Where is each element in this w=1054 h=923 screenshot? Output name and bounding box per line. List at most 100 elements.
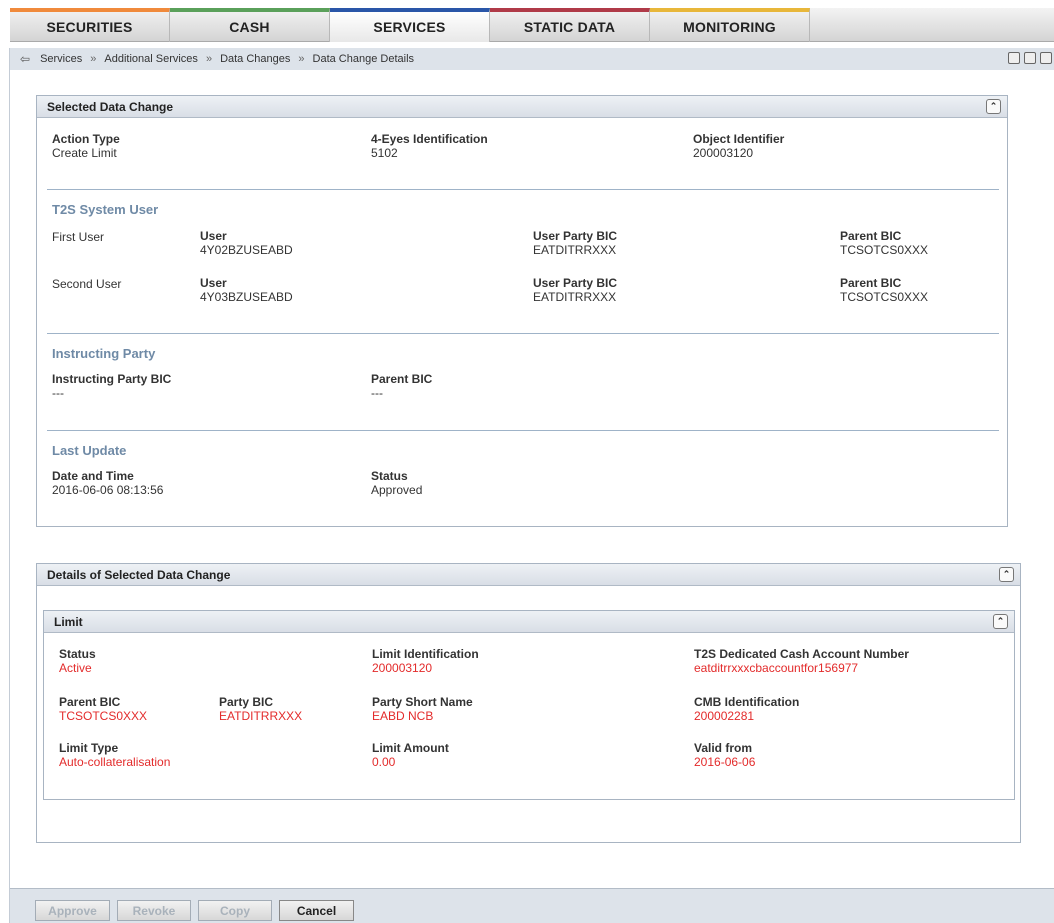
print-icon[interactable]: [1008, 52, 1020, 64]
save-icon[interactable]: [1024, 52, 1036, 64]
first-user-label: First User: [52, 230, 104, 244]
field-label: Parent BIC: [840, 229, 902, 243]
limit-panel: Limit ⌃ Status Active Limit Identificati…: [43, 610, 1015, 800]
field-value: EABD NCB: [372, 709, 434, 723]
field-label: User Party BIC: [533, 229, 618, 243]
breadcrumb-item-additional-services[interactable]: Additional Services: [104, 53, 198, 65]
collapse-icon[interactable]: ⌃: [993, 614, 1008, 629]
revoke-button[interactable]: Revoke: [117, 900, 191, 921]
panel-title: Limit: [54, 614, 83, 629]
selected-data-change-panel: Selected Data Change ⌃ Action Type Creat…: [36, 95, 1008, 527]
field-label: Action Type: [52, 132, 120, 146]
field-value: 2016-06-06 08:13:56: [52, 483, 164, 497]
field-value: Approved: [371, 483, 423, 497]
field-label: Party Short Name: [372, 695, 473, 709]
field-value: 200002281: [694, 709, 755, 723]
instructing-parent-bic-field: Parent BIC ---: [371, 372, 432, 400]
section-title-last-update: Last Update: [52, 443, 127, 458]
tab-securities[interactable]: SECURITIES: [10, 8, 170, 42]
second-user-parent-bic-field: Parent BIC TCSOTCS0XXX: [840, 276, 928, 304]
field-value: eatditrrxxxcbaccountfor156977: [694, 661, 859, 675]
main-navigation: SECURITIES CASH SERVICES STATIC DATA MON…: [10, 8, 1054, 42]
field-label: Instructing Party BIC: [52, 372, 172, 386]
field-value: TCSOTCS0XXX: [59, 709, 148, 723]
page-border: [9, 48, 10, 923]
first-user-parent-bic-field: Parent BIC TCSOTCS0XXX: [840, 229, 928, 257]
toolbar: [1008, 52, 1052, 64]
first-user-field: User 4Y02BZUSEABD: [200, 229, 293, 257]
field-label: Limit Identification: [372, 647, 479, 661]
field-label: Parent BIC: [371, 372, 433, 386]
refresh-icon[interactable]: [1040, 52, 1052, 64]
panel-title: Selected Data Change: [47, 99, 174, 114]
field-label: Parent BIC: [840, 276, 902, 290]
section-title-t2s-system-user: T2S System User: [52, 202, 159, 217]
breadcrumb-item-services[interactable]: Services: [40, 53, 82, 65]
field-value: Auto-collateralisation: [59, 755, 171, 769]
breadcrumb-separator: »: [90, 53, 97, 65]
tab-monitoring[interactable]: MONITORING: [650, 8, 810, 42]
field-label: Limit Amount: [372, 741, 449, 755]
action-type-field: Action Type Create Limit: [52, 132, 120, 160]
field-value: 200003120: [372, 661, 433, 675]
field-label: T2S Dedicated Cash Account Number: [694, 647, 909, 661]
field-label: Limit Type: [59, 741, 119, 755]
field-value: 200003120: [693, 146, 754, 160]
limit-status-field: Status Active: [59, 647, 96, 675]
field-label: User: [200, 229, 227, 243]
party-short-name-field: Party Short Name EABD NCB: [372, 695, 473, 723]
collapse-icon[interactable]: ⌃: [999, 567, 1014, 582]
field-label: Parent BIC: [59, 695, 121, 709]
breadcrumb-separator: »: [298, 53, 305, 65]
valid-from-field: Valid from 2016-06-06: [694, 741, 755, 769]
details-panel: Details of Selected Data Change ⌃ Limit …: [36, 563, 1021, 843]
divider: [47, 430, 999, 431]
copy-button[interactable]: Copy: [198, 900, 272, 921]
field-value: 0.00: [372, 755, 396, 769]
breadcrumb-item-data-changes[interactable]: Data Changes: [220, 53, 290, 65]
limit-identification-field: Limit Identification 200003120: [372, 647, 479, 675]
field-label: Status: [59, 647, 96, 661]
field-value: EATDITRRXXX: [533, 290, 617, 304]
limit-type-field: Limit Type Auto-collateralisation: [59, 741, 170, 769]
object-identifier-field: Object Identifier 200003120: [693, 132, 784, 160]
field-value: 2016-06-06: [694, 755, 756, 769]
field-value: Create Limit: [52, 146, 117, 160]
cmb-identification-field: CMB Identification 200002281: [694, 695, 799, 723]
field-value: 5102: [371, 146, 398, 160]
field-label: Object Identifier: [693, 132, 785, 146]
panel-title: Details of Selected Data Change: [47, 567, 231, 582]
field-value: TCSOTCS0XXX: [840, 243, 929, 257]
approve-button[interactable]: Approve: [35, 900, 110, 921]
panel-header: Details of Selected Data Change ⌃: [37, 564, 1020, 586]
four-eyes-field: 4-Eyes Identification 5102: [371, 132, 488, 160]
second-user-party-bic-field: User Party BIC EATDITRRXXX: [533, 276, 617, 304]
second-user-label: Second User: [52, 277, 122, 291]
second-user-field: User 4Y03BZUSEABD: [200, 276, 293, 304]
party-bic-field: Party BIC EATDITRRXXX: [219, 695, 302, 723]
field-value: TCSOTCS0XXX: [840, 290, 929, 304]
status-field: Status Approved: [371, 469, 422, 497]
tab-static-data[interactable]: STATIC DATA: [490, 8, 650, 42]
breadcrumb-item-data-change-details: Data Change Details: [312, 53, 415, 65]
breadcrumb: ⇦ Services » Additional Services » Data …: [10, 48, 1054, 70]
field-value: ---: [52, 386, 64, 400]
collapse-icon[interactable]: ⌃: [986, 99, 1001, 114]
instructing-party-bic-field: Instructing Party BIC ---: [52, 372, 171, 400]
date-time-field: Date and Time 2016-06-06 08:13:56: [52, 469, 163, 497]
field-label: Date and Time: [52, 469, 134, 483]
field-label: CMB Identification: [694, 695, 800, 709]
tab-services[interactable]: SERVICES: [330, 8, 490, 42]
cancel-button[interactable]: Cancel: [279, 900, 354, 921]
tab-cash[interactable]: CASH: [170, 8, 330, 42]
field-value: ---: [371, 386, 383, 400]
field-value: Active: [59, 661, 92, 675]
back-arrow-icon[interactable]: ⇦: [20, 52, 30, 66]
field-value: 4Y02BZUSEABD: [200, 243, 293, 257]
field-value: EATDITRRXXX: [533, 243, 617, 257]
panel-header: Selected Data Change ⌃: [37, 96, 1007, 118]
divider: [47, 189, 999, 190]
field-label: User: [200, 276, 227, 290]
field-label: 4-Eyes Identification: [371, 132, 488, 146]
panel-header: Limit ⌃: [44, 611, 1014, 633]
